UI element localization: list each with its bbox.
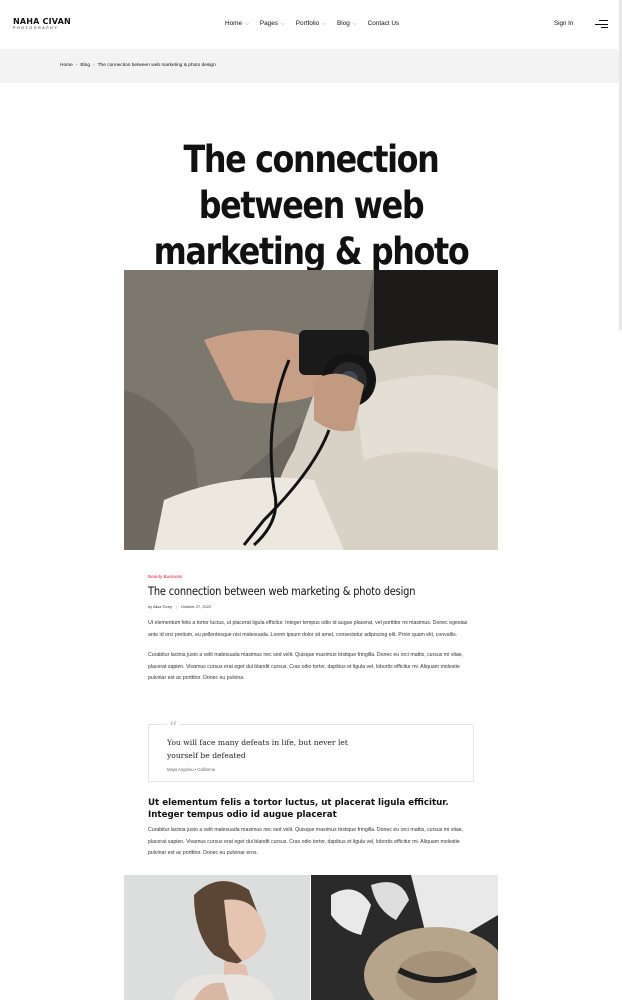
article-title: The connection between web marketing & p… bbox=[148, 585, 416, 598]
site-header: NAHA CIVAN PHOTOGRAPHY Home ⌵ Pages ⌵ Po… bbox=[0, 0, 622, 49]
quote-text: You will face many defeats in life, but … bbox=[167, 738, 348, 760]
nav-item-blog[interactable]: Blog ⌵ bbox=[337, 20, 357, 27]
nav-item-label: Contact Us bbox=[367, 20, 400, 27]
category-link[interactable]: Beauty Business bbox=[148, 574, 474, 579]
sign-in-link[interactable]: Sign In bbox=[554, 20, 573, 27]
nav-item-label: Blog bbox=[337, 20, 350, 27]
nav-item-portfolio[interactable]: Portfolio ⌵ bbox=[296, 20, 326, 27]
gallery-image-portrait bbox=[124, 875, 310, 1000]
blockquote: “ You will face many defeats in life, bu… bbox=[148, 720, 474, 782]
nav-item-pages[interactable]: Pages ⌵ bbox=[260, 20, 285, 27]
woman-portrait-photo bbox=[124, 875, 310, 1000]
logo-tagline: PHOTOGRAPHY bbox=[13, 26, 59, 30]
article-paragraph: Curabitur lacinia justo a velit malesuad… bbox=[148, 652, 464, 682]
hero-image bbox=[124, 270, 498, 550]
article-header: Beauty Business The connection between w… bbox=[148, 574, 474, 685]
chevron-down-icon: ⌵ bbox=[352, 20, 357, 27]
nav-item-contact[interactable]: Contact Us bbox=[368, 20, 400, 27]
chevron-down-icon: ⌵ bbox=[245, 20, 249, 27]
article-subheading: Ut elementum felis a tortor luctus, ut p… bbox=[148, 798, 449, 820]
breadcrumb-separator: › bbox=[75, 63, 78, 68]
breadcrumb-separator: › bbox=[93, 63, 95, 68]
nav-item-label: Portfolio bbox=[295, 20, 320, 27]
quote-citation: Maya Angelou • California bbox=[167, 767, 216, 772]
nav-item-home[interactable]: Home ⌵ bbox=[225, 20, 249, 27]
chevron-down-icon: ⌵ bbox=[322, 20, 327, 27]
breadcrumb-bar: Home › Blog › The connection between web… bbox=[0, 49, 622, 83]
gallery-image-hat bbox=[311, 875, 498, 1000]
breadcrumb: Home › Blog › The connection between web… bbox=[60, 63, 216, 68]
article-paragraph: Curabitur lacinia justo a velit malesuad… bbox=[148, 827, 464, 857]
article-paragraph: Ut elementum felis a tortor luctus, ut p… bbox=[148, 620, 468, 638]
hands-holding-camera-photo bbox=[124, 270, 498, 550]
logo-name: NAHA CIVAN bbox=[13, 17, 71, 26]
quote-icon: “ bbox=[167, 718, 180, 737]
meta-divider: | bbox=[175, 604, 177, 609]
breadcrumb-home[interactable]: Home bbox=[60, 63, 73, 68]
chevron-down-icon: ⌵ bbox=[280, 20, 285, 27]
breadcrumb-current: The connection between web marketing & p… bbox=[97, 63, 216, 68]
nav-item-label: Home bbox=[225, 20, 243, 27]
main-nav: Home ⌵ Pages ⌵ Portfolio ⌵ Blog ⌵ Contac… bbox=[225, 20, 410, 27]
hamburger-menu-icon[interactable] bbox=[595, 18, 609, 30]
post-date: October 27, 2022 bbox=[180, 604, 212, 609]
hat-and-sandals-photo bbox=[311, 875, 498, 1000]
author-link[interactable]: by Alisa Torey bbox=[148, 604, 172, 609]
breadcrumb-blog[interactable]: Blog bbox=[80, 63, 90, 68]
nav-item-label: Pages bbox=[259, 20, 278, 27]
site-logo[interactable]: NAHA CIVAN PHOTOGRAPHY bbox=[13, 17, 71, 31]
article-meta: by Alisa Torey | October 27, 2022 bbox=[148, 604, 474, 609]
